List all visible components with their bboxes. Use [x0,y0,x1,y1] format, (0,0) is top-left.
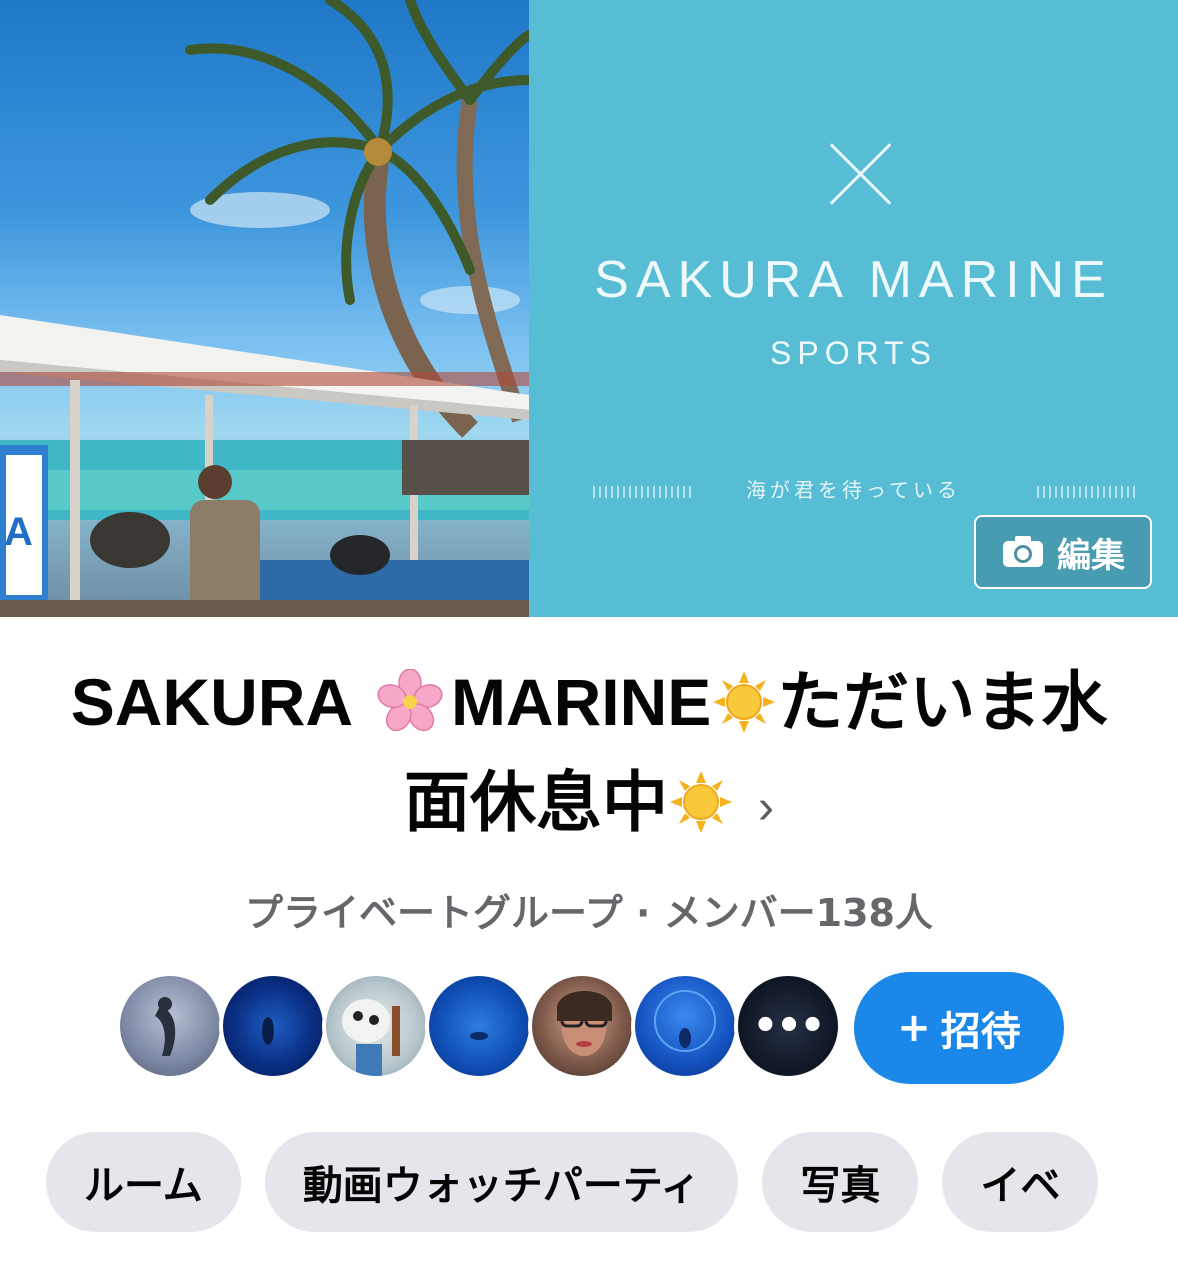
decorative-line [1037,486,1137,498]
group-name[interactable]: SAKURA MARINE ただいま水面休息中 › [40,652,1138,858]
tab-room[interactable]: ルーム [46,1132,241,1232]
chevron-right-icon: › [758,780,774,834]
tab-photos[interactable]: 写真 [762,1132,919,1232]
avatar[interactable] [528,972,636,1080]
tab-events[interactable]: イベ [942,1132,1099,1232]
avatar[interactable]: ••• [734,972,842,1080]
avatar[interactable] [425,972,533,1080]
invite-button[interactable]: + 招待 [854,972,1064,1084]
plus-icon: + [897,1005,931,1051]
cover-image[interactable]: A SAKURA MARINE SPORTS 海が君を待っている 編集 [0,0,1178,617]
brand-name: SAKURA MARINE [594,251,1113,309]
invite-label: 招待 [940,1009,1021,1055]
brand-cross-mark [827,140,895,208]
more-members-icon: ••• [738,976,838,1076]
group-name-part2: MARINE [450,665,712,739]
avatar[interactable] [322,972,430,1080]
cover-beach-photo: A [0,0,529,617]
camera-icon [1003,536,1043,567]
avatar[interactable] [116,972,224,1080]
edit-label: 編集 [1057,535,1125,576]
tab-watch-party[interactable]: 動画ウォッチパーティ [264,1132,739,1232]
edit-cover-button[interactable]: 編集 [974,515,1152,589]
svg-text:A: A [4,510,33,554]
avatar[interactable] [219,972,327,1080]
brand-subtitle: SPORTS [770,335,937,371]
group-tabs: ルーム 動画ウォッチパーティ 写真 イベ [46,1132,1099,1232]
group-name-part1: SAKURA [70,665,351,739]
cherry-blossom-icon [377,669,443,732]
group-meta: プライベートグループ · メンバー138人 [245,891,933,935]
avatar[interactable] [631,972,739,1080]
sun-icon [713,671,776,733]
sun-icon [670,771,732,833]
member-avatars[interactable]: ••• [116,972,842,1084]
